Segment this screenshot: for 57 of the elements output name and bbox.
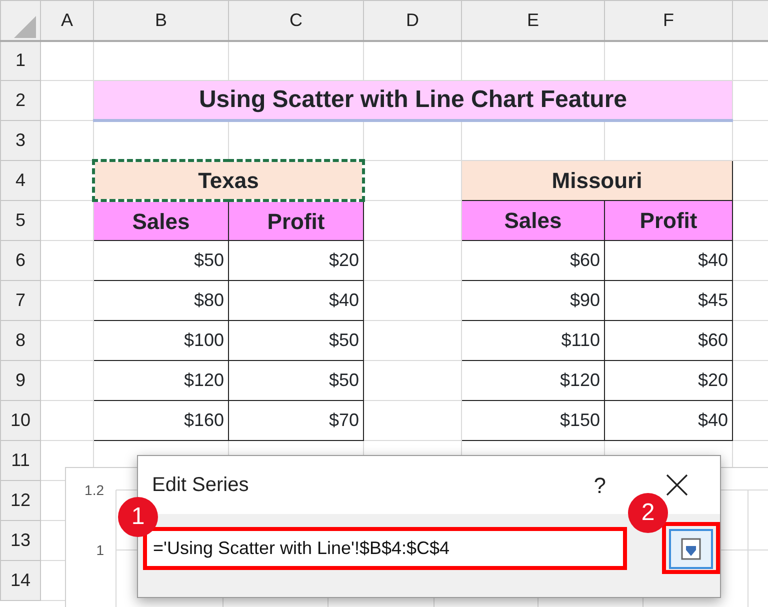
dialog-title: Edit Series: [152, 473, 249, 498]
table-cell: $40: [228, 280, 364, 320]
row-header[interactable]: 14: [0, 560, 40, 600]
row-header[interactable]: 7: [0, 280, 40, 320]
highlight-frame: [662, 522, 720, 574]
table-title-cell: Missouri: [462, 160, 732, 200]
table-cell: $50: [228, 320, 364, 360]
column-heading-cell: Profit: [228, 200, 364, 240]
column-header[interactable]: A: [40, 0, 94, 40]
table-cell: $20: [604, 360, 732, 400]
table-cell: $50: [94, 240, 228, 280]
table-cell: $50: [228, 360, 364, 400]
series-name-field[interactable]: ='Using Scatter with Line'!$B$4:$C$4: [147, 531, 623, 566]
column-header[interactable]: C: [228, 0, 364, 40]
row-header[interactable]: 10: [0, 400, 40, 440]
column-header[interactable]: D: [364, 0, 462, 40]
table-cell: $120: [94, 360, 228, 400]
column-header[interactable]: B: [94, 0, 228, 40]
row-header[interactable]: 4: [0, 160, 40, 200]
table-cell: $40: [604, 240, 732, 280]
close-icon[interactable]: [666, 474, 688, 496]
table-cell: $70: [228, 400, 364, 440]
row-header[interactable]: 5: [0, 200, 40, 240]
row-header[interactable]: 13: [0, 520, 40, 560]
table-cell: $150: [462, 400, 604, 440]
table-cell: $110: [462, 320, 604, 360]
row-header[interactable]: 3: [0, 120, 40, 160]
table-cell: $40: [604, 400, 732, 440]
range-select-icon: [681, 538, 701, 560]
table-cell: $60: [604, 320, 732, 360]
axis-label: 1: [95, 541, 104, 560]
sheet-title: Using Scatter with Line Chart Feature: [94, 80, 732, 120]
table-cell: $45: [604, 280, 732, 320]
table-cell: $100: [94, 320, 228, 360]
table-cell: $90: [462, 280, 604, 320]
row-header[interactable]: 6: [0, 240, 40, 280]
collapse-dialog-button[interactable]: [669, 529, 713, 569]
help-button[interactable]: ?: [594, 468, 606, 502]
column-heading-cell: Sales: [94, 200, 228, 240]
table-cell: $80: [94, 280, 228, 320]
table-cell: $160: [94, 400, 228, 440]
table-cell: $20: [228, 240, 364, 280]
row-header[interactable]: 11: [0, 440, 40, 480]
column-header[interactable]: F: [604, 0, 732, 40]
table-title-cell: Texas: [94, 160, 364, 200]
row-header[interactable]: 1: [0, 40, 40, 80]
corner-triangle-icon: [14, 16, 36, 38]
row-header[interactable]: 9: [0, 360, 40, 400]
axis-label: 1.2: [84, 481, 104, 500]
column-heading-cell: Profit: [604, 200, 732, 240]
column-header[interactable]: E: [462, 0, 604, 40]
table-cell: $120: [462, 360, 604, 400]
row-header[interactable]: 12: [0, 480, 40, 520]
row-header[interactable]: 2: [0, 80, 40, 120]
row-header[interactable]: 8: [0, 320, 40, 360]
table-cell: $60: [462, 240, 604, 280]
column-heading-cell: Sales: [462, 200, 604, 240]
